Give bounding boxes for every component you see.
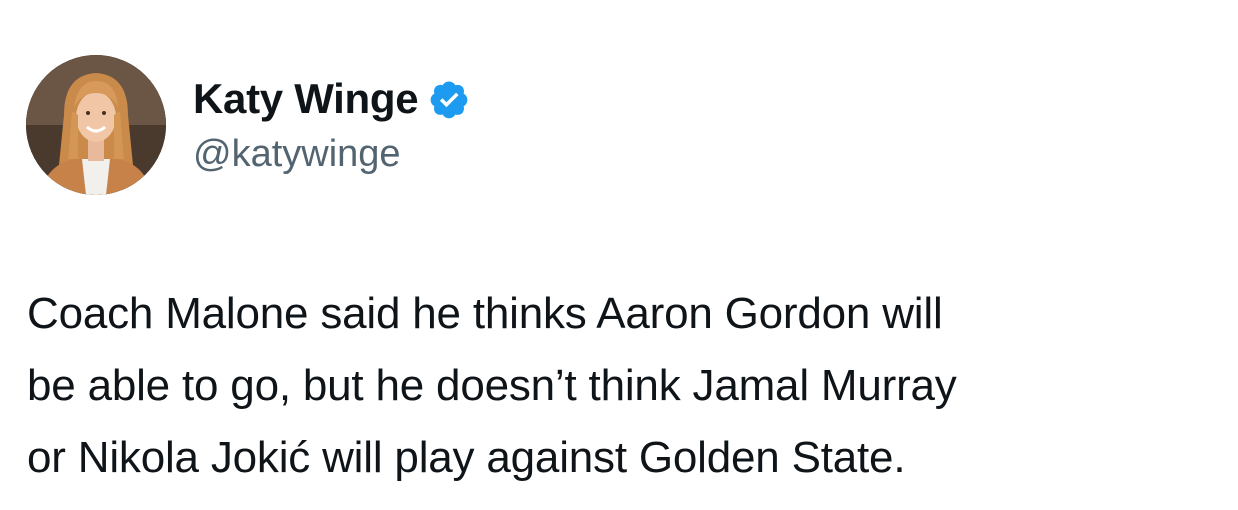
tweet-text-line: Coach Malone said he thinks Aaron Gordon…	[27, 289, 943, 338]
author-handle[interactable]: @katywinge	[193, 133, 401, 176]
author-display-name[interactable]: Katy Winge	[193, 75, 419, 123]
avatar[interactable]	[26, 55, 166, 195]
tweet-text-line: be able to go, but he doesn’t think Jama…	[27, 361, 957, 410]
verified-badge-icon	[430, 81, 468, 119]
tweet-text-line: or Nikola Jokić will play against Golden…	[27, 433, 906, 482]
avatar-photo	[26, 55, 166, 195]
tweet-text: Coach Malone said he thinks Aaron Gordon…	[27, 278, 1217, 510]
tweet-text-line-partial: Hoping to talk about a new, better	[27, 494, 1217, 510]
author-name-row: Katy Winge	[193, 72, 470, 126]
tweet-card: Katy Winge @katywinge Coach Malone said …	[0, 0, 1238, 510]
